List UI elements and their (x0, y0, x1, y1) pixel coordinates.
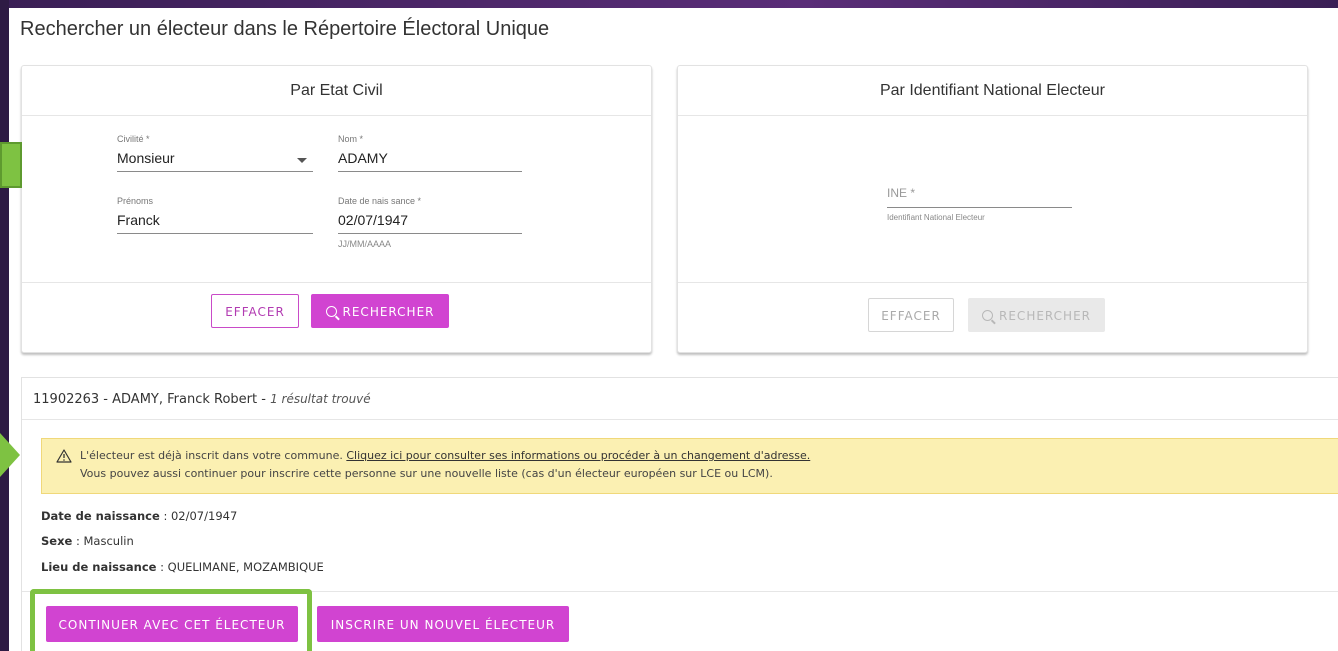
nom-field[interactable]: Nom * ADAMY (338, 134, 522, 172)
ine-clear-button[interactable]: EFFACER (868, 298, 954, 332)
ine-placeholder: INE * (887, 186, 1072, 208)
sex-value: : Masculin (72, 534, 134, 548)
alert-text: L'électeur est déjà inscrit dans votre c… (80, 449, 347, 462)
search-button-label: RECHERCHER (342, 305, 435, 319)
birth-date-info: Date de naissance : 02/07/1947 (41, 509, 237, 523)
page-content: Rechercher un électeur dans le Répertoir… (9, 8, 1338, 651)
sex-info: Sexe : Masculin (41, 534, 134, 548)
search-icon (325, 306, 337, 317)
civilite-value: Monsieur (117, 150, 313, 172)
civilite-label: Civilité * (117, 134, 150, 144)
ine-search-button[interactable]: RECHERCHER (968, 298, 1105, 332)
window-frame-top (0, 0, 1338, 8)
page-title: Rechercher un électeur dans le Répertoir… (20, 18, 550, 40)
date-naissance-label: Date de nais sance * (338, 196, 422, 206)
window-frame-left (0, 0, 9, 651)
birth-date-label: Date de naissance (41, 509, 160, 523)
date-naissance-value: 02/07/1947 (338, 212, 522, 234)
civilite-select[interactable]: Civilité * Monsieur (117, 134, 313, 172)
nom-label: Nom * (338, 134, 364, 144)
ine-field[interactable]: INE * Identifiant National Electeur (887, 186, 1072, 222)
ine-clear-button-label: EFFACER (881, 309, 941, 323)
consult-info-link[interactable]: Cliquez ici pour consulter ses informati… (346, 449, 810, 462)
birth-date-value: : 02/07/1947 (159, 509, 238, 523)
ine-card: Par Identifiant National Electeur INE * … (677, 65, 1308, 353)
clear-button[interactable]: EFFACER (211, 294, 299, 328)
result-count: 1 résultat trouvé (270, 392, 371, 406)
alert-text-secondary: Vous pouvez aussi continuer pour inscrir… (80, 467, 773, 480)
search-button[interactable]: RECHERCHER (311, 294, 449, 328)
etat-civil-card-footer: EFFACER RECHERCHER (22, 282, 651, 352)
ine-card-footer: EFFACER RECHERCHER (678, 282, 1307, 352)
ine-card-header: Par Identifiant National Electeur (678, 66, 1307, 116)
prenoms-label: Prénoms (117, 196, 154, 206)
sex-label: Sexe (41, 534, 73, 548)
birth-place-value: : QUELIMANE, MOZAMBIQUE (156, 560, 324, 574)
register-new-elector-button[interactable]: INSCRIRE UN NOUVEL ÉLECTEUR (317, 606, 569, 642)
date-format-hint: JJ/MM/AAAA (338, 239, 392, 249)
ine-hint: Identifiant National Electeur (887, 213, 985, 222)
warning-icon (56, 449, 72, 463)
date-naissance-field[interactable]: Date de nais sance * 02/07/1947 JJ/MM/AA… (338, 196, 522, 249)
search-icon (982, 310, 994, 321)
birth-place-label: Lieu de naissance (41, 560, 157, 574)
already-registered-alert: L'électeur est déjà inscrit dans votre c… (41, 438, 1338, 494)
etat-civil-card-header: Par Etat Civil (22, 66, 651, 116)
clear-button-label: EFFACER (225, 305, 285, 319)
continue-button-highlight (30, 589, 312, 651)
birth-place-info: Lieu de naissance : QUELIMANE, MOZAMBIQU… (41, 560, 324, 574)
prenoms-field[interactable]: Prénoms Franck (117, 196, 313, 234)
register-new-button-label: INSCRIRE UN NOUVEL ÉLECTEUR (330, 618, 556, 632)
etat-civil-card: Par Etat Civil Civilité * Monsieur Nom *… (21, 65, 652, 353)
highlight-tab-marker (0, 142, 22, 188)
prenoms-value: Franck (117, 212, 313, 234)
nom-value: ADAMY (338, 150, 522, 172)
result-heading: 11902263 - ADAMY, Franck Robert - 1 résu… (22, 378, 1338, 420)
ine-search-button-label: RECHERCHER (999, 309, 1091, 323)
chevron-down-icon (297, 158, 307, 163)
result-elector-name: 11902263 - ADAMY, Franck Robert - (33, 392, 271, 407)
highlight-arrow-marker (0, 433, 20, 477)
